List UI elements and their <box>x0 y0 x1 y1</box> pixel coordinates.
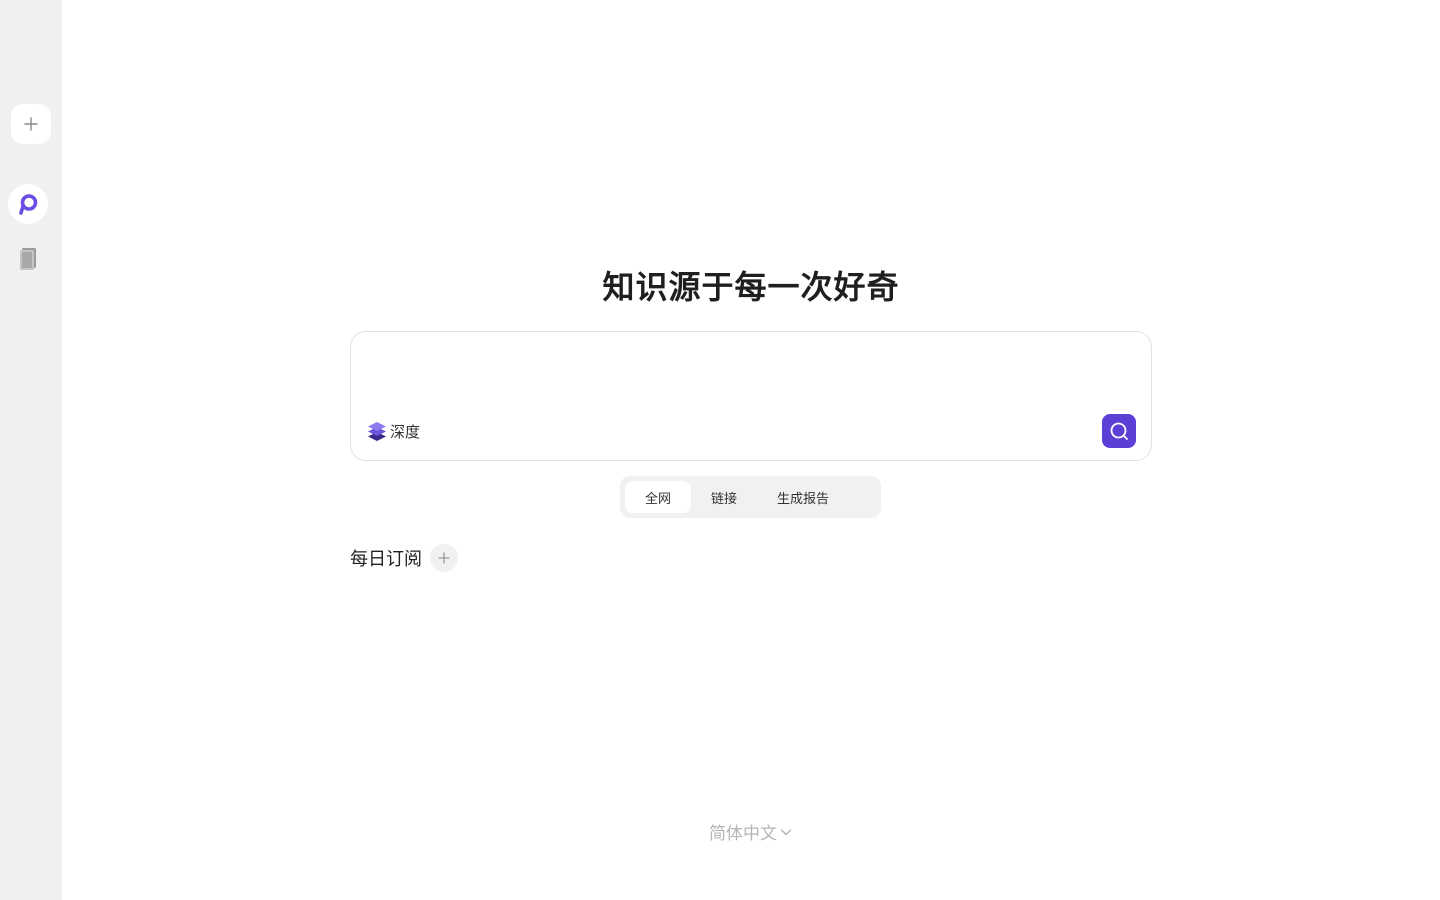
search-box: 深度 <box>350 331 1152 461</box>
add-subscription-button[interactable] <box>430 544 458 572</box>
logo-icon <box>19 194 38 215</box>
language-selector-wrap: 简体中文 <box>62 819 1440 844</box>
depth-toggle[interactable]: 深度 <box>367 419 420 443</box>
search-input[interactable] <box>367 346 1127 402</box>
chevron-down-icon <box>780 828 792 835</box>
search-mode-tabs: 全网 链接 生成报告 <box>620 476 881 518</box>
plus-icon <box>438 552 450 564</box>
language-selector[interactable]: 简体中文 <box>709 819 793 844</box>
tab-web[interactable]: 全网 <box>625 481 692 513</box>
home-logo-button[interactable] <box>8 184 48 224</box>
tab-link[interactable]: 链接 <box>691 481 757 513</box>
library-button[interactable] <box>12 244 44 276</box>
hero-title: 知识源于每一次好奇 <box>602 268 900 306</box>
book-icon <box>20 248 36 270</box>
layers-icon <box>368 422 386 441</box>
language-label: 简体中文 <box>709 824 777 844</box>
daily-subscription-section: 每日订阅 <box>350 543 458 573</box>
tab-label: 全网 <box>645 491 672 507</box>
main-area: 知识源于每一次好奇 深度 全网 链接 生成报告 每日订阅 简体中文 <box>62 0 1440 900</box>
sidebar <box>0 0 62 900</box>
daily-subscription-title: 每日订阅 <box>350 549 422 570</box>
search-submit-button[interactable] <box>1102 414 1136 448</box>
tab-label: 生成报告 <box>777 491 830 507</box>
tab-report[interactable]: 生成报告 <box>757 481 849 513</box>
plus-icon <box>24 117 38 131</box>
tab-label: 链接 <box>711 491 738 507</box>
search-icon <box>1110 422 1128 440</box>
new-chat-button[interactable] <box>11 104 51 144</box>
depth-label: 深度 <box>390 422 421 441</box>
